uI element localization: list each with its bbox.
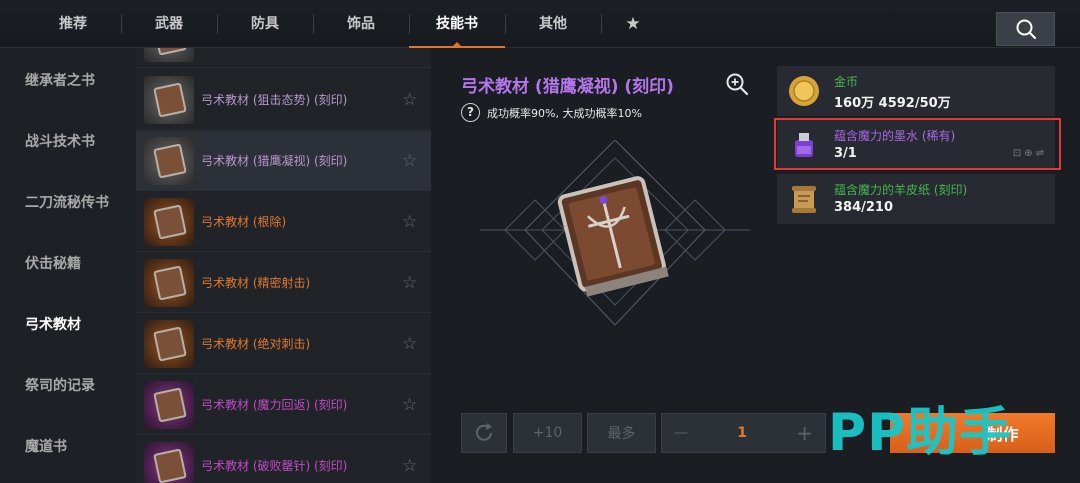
material-name: 蕴含魔力的羊皮纸 (刻印) [834, 183, 968, 197]
list-item[interactable]: 弓术教材 (精密射击) ☆ [136, 253, 431, 313]
favorite-star-icon[interactable]: ☆ [402, 212, 417, 232]
material-gold: 金币 160万 4592/50万 [777, 66, 1055, 116]
parchment-icon [792, 186, 816, 213]
list-item[interactable] [136, 48, 431, 68]
tab-weapons[interactable]: 武器 [121, 0, 217, 48]
favorite-star-icon[interactable]: ☆ [402, 151, 417, 171]
tab-recommend[interactable]: 推荐 [25, 0, 121, 48]
book-thumbnail [144, 198, 194, 246]
material-name: 金币 [834, 75, 859, 89]
material-count: 160万 4592/50万 [834, 96, 951, 111]
item-name: 弓术教材 (破败罄针) (刻印) [201, 459, 348, 473]
gold-coin-icon [789, 76, 819, 106]
item-name: 弓术教材 (精密射击) [201, 276, 311, 290]
help-icon[interactable]: ? [461, 103, 480, 122]
reset-button[interactable] [461, 413, 507, 453]
category-archery-book[interactable]: 弓术教材 [25, 314, 81, 334]
search-icon [1016, 19, 1036, 40]
item-name: 弓术教材 (猎鹰凝视) (刻印) [201, 154, 348, 168]
category-inheritor-book[interactable]: 继承者之书 [25, 70, 95, 90]
item-name: 弓术教材 (狙击态势) (刻印) [201, 93, 348, 107]
category-dual-blade-book[interactable]: 二刀流秘传书 [25, 192, 109, 212]
item-list: 弓术教材 (狙击态势) (刻印) ☆ 弓术教材 (猎鹰凝视) (刻印) ☆ 弓术… [136, 48, 431, 483]
max-button[interactable]: 最多 [587, 413, 656, 453]
plus-ten-button[interactable]: +10 [513, 413, 582, 453]
book-thumbnail [144, 259, 194, 307]
top-tab-bar: 推荐 武器 防具 饰品 技能书 其他 ★ [0, 0, 1080, 48]
detail-title: 弓术教材 (猎鹰凝视) (刻印) [461, 77, 674, 97]
list-item[interactable]: 弓术教材 (根除) ☆ [136, 192, 431, 252]
book-thumbnail [144, 48, 194, 62]
list-item[interactable]: 弓术教材 (破败罄针) (刻印) ☆ [136, 436, 431, 483]
success-rate-text: 成功概率90%, 大成功概率10% [487, 106, 642, 120]
tab-armor[interactable]: 防具 [217, 0, 313, 48]
zoom-in-button[interactable] [725, 72, 749, 100]
item-name: 弓术教材 (魔力回返) (刻印) [201, 398, 348, 412]
list-item[interactable]: 弓术教材 (魔力回返) (刻印) ☆ [136, 375, 431, 435]
material-count: 384/210 [834, 200, 894, 215]
increase-button[interactable]: + [796, 421, 813, 445]
quantity-value[interactable]: 1 [737, 425, 747, 441]
highlight-box [774, 118, 1061, 170]
tab-accessories[interactable]: 饰品 [313, 0, 409, 48]
category-combat-book[interactable]: 战斗技术书 [25, 131, 95, 151]
favorite-star-icon[interactable]: ☆ [402, 456, 417, 476]
book-thumbnail [144, 137, 194, 185]
decrease-button[interactable]: — [674, 425, 688, 441]
favorite-star-icon[interactable]: ☆ [402, 273, 417, 293]
search-button[interactable] [996, 12, 1055, 46]
favorite-star-icon[interactable]: ☆ [402, 395, 417, 415]
success-rate-line: ? 成功概率90%, 大成功概率10% [461, 103, 642, 122]
zoom-in-icon [726, 73, 749, 96]
category-ambush-book[interactable]: 伏击秘籍 [25, 253, 81, 273]
category-sidebar: 继承者之书 战斗技术书 二刀流秘传书 伏击秘籍 弓术教材 祭司的记录 魔道书 [0, 48, 136, 483]
book-thumbnail [144, 320, 194, 368]
category-priest-record[interactable]: 祭司的记录 [25, 375, 95, 395]
item-name: 弓术教材 (绝对刺击) [201, 337, 311, 351]
category-grimoire[interactable]: 魔道书 [25, 436, 67, 456]
list-item[interactable]: 弓术教材 (猎鹰凝视) (刻印) ☆ [136, 131, 431, 191]
watermark: PP助手 [828, 403, 1013, 463]
list-item[interactable]: 弓术教材 (绝对刺击) ☆ [136, 314, 431, 374]
book-thumbnail [144, 76, 194, 124]
book-artwork [480, 140, 750, 326]
tab-skill-books[interactable]: 技能书 [409, 0, 505, 48]
star-icon: ★ [625, 14, 641, 34]
list-item[interactable]: 弓术教材 (狙击态势) (刻印) ☆ [136, 70, 431, 130]
refresh-icon [476, 423, 492, 441]
book-thumbnail [144, 442, 194, 483]
quantity-stepper: — 1 + [661, 413, 826, 453]
item-name: 弓术教材 (根除) [201, 215, 287, 229]
material-parchment: 蕴含魔力的羊皮纸 (刻印) 384/210 [777, 174, 1055, 224]
favorite-star-icon[interactable]: ☆ [402, 334, 417, 354]
book-thumbnail [144, 381, 194, 429]
favorite-star-icon[interactable]: ☆ [402, 90, 417, 110]
tab-favorites[interactable]: ★ [601, 0, 665, 48]
tab-other[interactable]: 其他 [505, 0, 601, 48]
